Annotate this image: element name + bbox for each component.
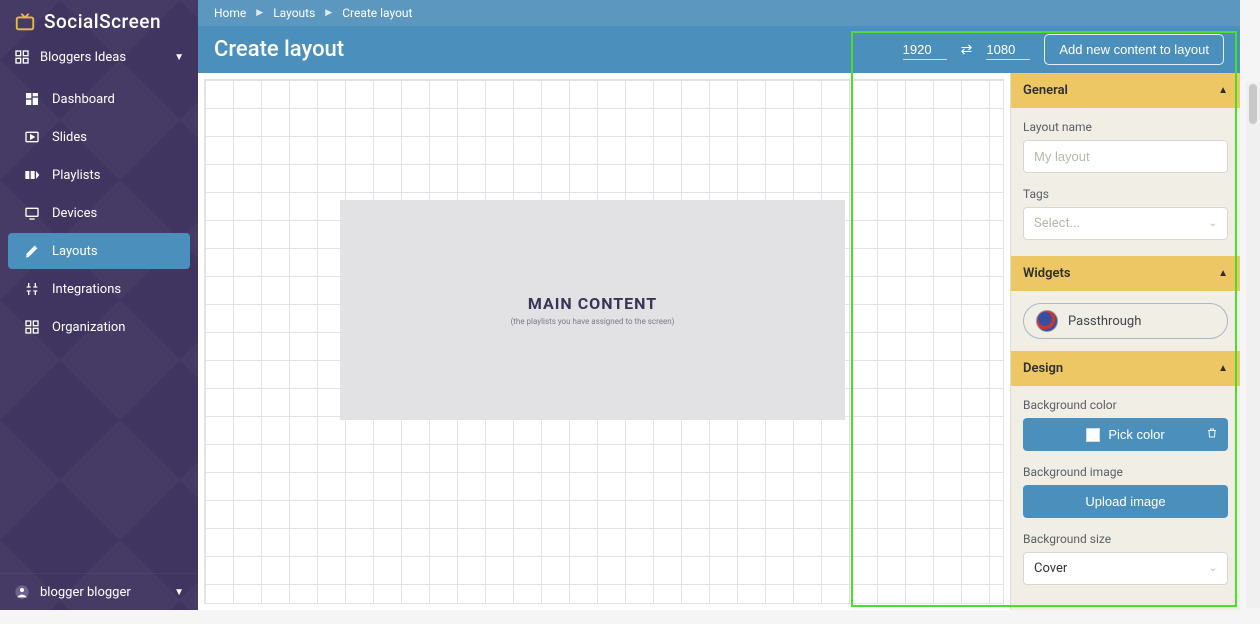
color-swatch-icon bbox=[1086, 428, 1100, 442]
section-title: Design bbox=[1023, 361, 1063, 376]
user-icon bbox=[14, 584, 30, 600]
section-header-widgets[interactable]: Widgets ▲ bbox=[1011, 256, 1240, 291]
main-content-subtitle: (the playlists you have assigned to the … bbox=[511, 317, 675, 326]
sidebar: SocialScreen Bloggers Ideas ▼ Dashboard bbox=[0, 0, 198, 610]
layout-name-label: Layout name bbox=[1023, 120, 1228, 134]
widget-passthrough[interactable]: Passthrough bbox=[1023, 303, 1228, 339]
chevron-up-icon: ▲ bbox=[1218, 268, 1228, 279]
breadcrumb-current: Create layout bbox=[342, 6, 412, 20]
org-name: Bloggers Ideas bbox=[40, 50, 126, 65]
widget-label: Passthrough bbox=[1068, 314, 1141, 329]
bg-size-value: Cover bbox=[1034, 561, 1067, 576]
pick-color-label: Pick color bbox=[1108, 427, 1164, 442]
trash-icon[interactable] bbox=[1206, 427, 1218, 442]
chevron-down-icon: ⌄ bbox=[1209, 563, 1217, 574]
add-content-button[interactable]: Add new content to layout bbox=[1044, 34, 1224, 65]
brand-name: SocialScreen bbox=[44, 10, 161, 33]
sidebar-item-integrations[interactable]: Integrations bbox=[8, 271, 190, 307]
brand-logo[interactable]: SocialScreen bbox=[0, 0, 198, 39]
sidebar-item-organization[interactable]: Organization bbox=[8, 309, 190, 345]
sidebar-nav: Dashboard Slides Playlists Devices bbox=[0, 75, 198, 347]
sidebar-item-label: Layouts bbox=[52, 244, 98, 259]
sidebar-item-label: Slides bbox=[52, 130, 87, 145]
layout-canvas-wrap: MAIN CONTENT (the playlists you have ass… bbox=[198, 73, 1010, 610]
upload-image-label: Upload image bbox=[1085, 494, 1165, 509]
grid-icon bbox=[14, 49, 30, 65]
chevron-down-icon: ▼ bbox=[174, 587, 184, 598]
bg-color-label: Background color bbox=[1023, 398, 1228, 412]
sidebar-item-label: Dashboard bbox=[52, 92, 115, 107]
sidebar-item-label: Organization bbox=[52, 320, 125, 335]
org-selector[interactable]: Bloggers Ideas ▼ bbox=[0, 39, 198, 75]
sidebar-item-layouts[interactable]: Layouts bbox=[8, 233, 190, 269]
chevron-up-icon: ▲ bbox=[1218, 85, 1228, 96]
playlists-icon bbox=[24, 167, 40, 183]
bg-size-label: Background size bbox=[1023, 532, 1228, 546]
page-title: Create layout bbox=[214, 37, 889, 62]
sidebar-item-label: Devices bbox=[52, 206, 97, 221]
user-menu[interactable]: blogger blogger ▼ bbox=[0, 573, 198, 610]
tags-placeholder: Select... bbox=[1034, 216, 1080, 231]
layout-canvas[interactable]: MAIN CONTENT (the playlists you have ass… bbox=[204, 79, 1004, 604]
devices-icon bbox=[24, 205, 40, 221]
sidebar-item-dashboard[interactable]: Dashboard bbox=[8, 81, 190, 117]
section-title: Widgets bbox=[1023, 266, 1071, 281]
breadcrumb-link[interactable]: Home bbox=[214, 6, 246, 20]
pick-color-button[interactable]: Pick color bbox=[1023, 418, 1228, 451]
chevron-down-icon: ⌄ bbox=[1209, 218, 1217, 229]
swap-icon[interactable]: ⇄ bbox=[961, 42, 973, 58]
layout-name-input[interactable] bbox=[1023, 140, 1228, 173]
main-content-zone[interactable]: MAIN CONTENT (the playlists you have ass… bbox=[340, 200, 845, 420]
breadcrumb-link[interactable]: Layouts bbox=[273, 6, 315, 20]
sidebar-item-devices[interactable]: Devices bbox=[8, 195, 190, 231]
chevron-right-icon: ▶ bbox=[325, 8, 332, 18]
integrations-icon bbox=[24, 281, 40, 297]
bg-size-select[interactable]: Cover ⌄ bbox=[1023, 552, 1228, 585]
sidebar-item-label: Integrations bbox=[52, 282, 121, 297]
section-header-design[interactable]: Design ▲ bbox=[1011, 351, 1240, 386]
tags-select[interactable]: Select... ⌄ bbox=[1023, 207, 1228, 240]
upload-image-button[interactable]: Upload image bbox=[1023, 485, 1228, 518]
slides-icon bbox=[24, 129, 40, 145]
sidebar-item-playlists[interactable]: Playlists bbox=[8, 157, 190, 193]
sidebar-item-slides[interactable]: Slides bbox=[8, 119, 190, 155]
main-area: Home ▶ Layouts ▶ Create layout Create la… bbox=[198, 0, 1240, 610]
bg-image-label: Background image bbox=[1023, 465, 1228, 479]
height-input[interactable] bbox=[986, 40, 1030, 60]
breadcrumb: Home ▶ Layouts ▶ Create layout bbox=[198, 0, 1240, 26]
section-header-general[interactable]: General ▲ bbox=[1011, 73, 1240, 108]
chevron-right-icon: ▶ bbox=[256, 8, 263, 18]
topbar: Create layout ⇄ Add new content to layou… bbox=[198, 26, 1240, 73]
width-input[interactable] bbox=[903, 40, 947, 60]
chevron-down-icon: ▼ bbox=[174, 52, 184, 63]
chevron-up-icon: ▲ bbox=[1218, 363, 1228, 374]
organization-icon bbox=[24, 319, 40, 335]
tv-icon bbox=[14, 11, 36, 33]
dashboard-icon bbox=[24, 91, 40, 107]
properties-panel: General ▲ Layout name Tags Select... ⌄ bbox=[1010, 73, 1240, 610]
user-name: blogger blogger bbox=[40, 585, 131, 600]
tags-label: Tags bbox=[1023, 187, 1228, 201]
passthrough-icon bbox=[1036, 310, 1058, 332]
main-content-title: MAIN CONTENT bbox=[528, 294, 657, 313]
scrollbar[interactable] bbox=[1246, 82, 1260, 608]
layouts-icon bbox=[24, 243, 40, 259]
section-title: General bbox=[1023, 83, 1068, 98]
sidebar-item-label: Playlists bbox=[52, 168, 100, 183]
